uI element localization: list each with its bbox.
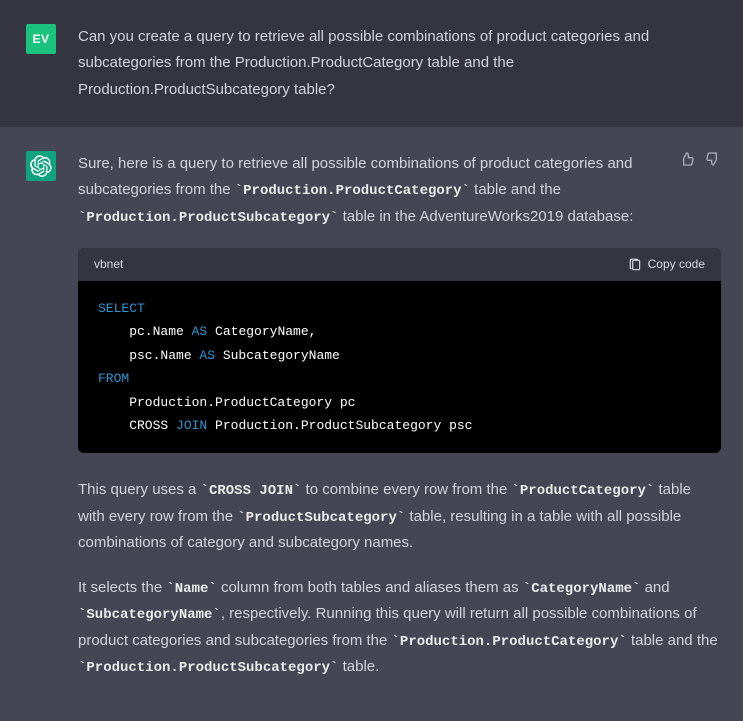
code-content[interactable]: SELECT pc.Name AS CategoryName, psc.Name… [78, 281, 721, 453]
assistant-message: Sure, here is a query to retrieve all po… [0, 127, 743, 721]
assistant-avatar [26, 151, 56, 181]
clipboard-icon [628, 258, 642, 272]
inline-code: `Production.ProductCategory` [392, 634, 627, 650]
inline-code: `ProductCategory` [511, 483, 654, 499]
copy-code-label: Copy code [648, 254, 705, 275]
thumbs-up-icon[interactable] [679, 151, 695, 167]
inline-code: `Production.ProductSubcategory` [78, 660, 338, 676]
inline-code: `CategoryName` [523, 581, 641, 597]
code-language-label: vbnet [94, 254, 123, 275]
code-header: vbnet Copy code [78, 248, 721, 281]
inline-code: `Production.ProductSubcategory` [78, 210, 338, 226]
user-message: EV Can you create a query to retrieve al… [0, 0, 743, 127]
user-avatar: EV [26, 24, 56, 54]
assistant-content: Sure, here is a query to retrieve all po… [78, 151, 721, 699]
assistant-paragraph-1: Sure, here is a query to retrieve all po… [78, 151, 721, 230]
feedback-buttons [679, 151, 721, 167]
thumbs-down-icon[interactable] [705, 151, 721, 167]
inline-code: `ProductSubcategory` [237, 510, 405, 526]
inline-code: `Production.ProductCategory` [235, 183, 470, 199]
user-text: Can you create a query to retrieve all p… [78, 28, 649, 98]
user-content: Can you create a query to retrieve all p… [78, 24, 721, 103]
assistant-paragraph-3: It selects the `Name` column from both t… [78, 575, 721, 681]
inline-code: `Name` [166, 581, 216, 597]
inline-code: `CROSS JOIN` [201, 483, 302, 499]
assistant-paragraph-2: This query uses a `CROSS JOIN` to combin… [78, 477, 721, 556]
inline-code: `SubcategoryName` [78, 607, 221, 623]
openai-logo-icon [30, 155, 52, 177]
code-block: vbnet Copy code SELECT pc.Name AS Catego… [78, 248, 721, 453]
copy-code-button[interactable]: Copy code [628, 254, 705, 275]
